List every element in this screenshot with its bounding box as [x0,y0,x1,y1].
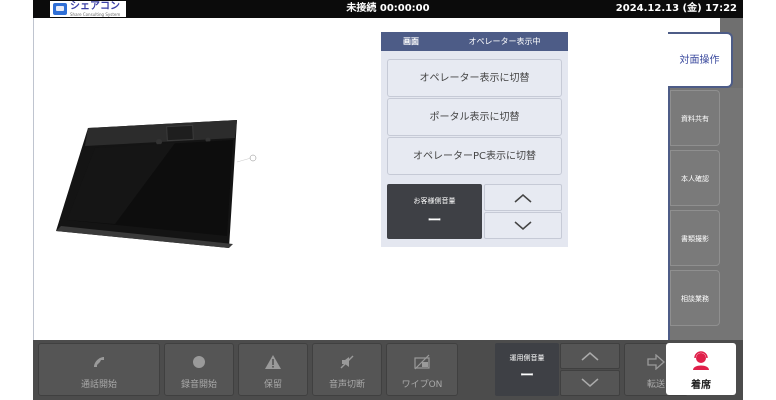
tablet-device-image [56,120,257,248]
operator-volume-down-button[interactable] [560,370,620,396]
mute-button[interactable]: 音声切断 [312,343,382,396]
wipe-button[interactable]: ワイプON [386,343,458,396]
start-call-label: 通話開始 [80,380,117,390]
arrow-right-icon [647,354,665,370]
operator-volume-display: 運用側音量 ー [495,343,559,396]
chevron-down-icon [514,220,532,230]
mute-icon [340,355,354,369]
start-recording-button[interactable]: 録音開始 [164,343,234,396]
panel-header-status: オペレーター表示中 [468,37,541,46]
customer-volume-value: ー [427,213,442,229]
hold-label: 保留 [263,380,282,390]
operator-headset-icon [693,351,709,370]
operator-volume-value: ー [520,368,534,384]
chevron-up-icon [581,352,599,361]
chevron-up-icon [514,193,532,203]
chevron-down-icon [581,378,599,387]
seat-label: 着席 [691,380,711,391]
start-recording-label: 録音開始 [180,380,217,390]
tab-face-to-face[interactable]: 対面操作 [668,32,733,88]
switch-operator-button[interactable]: オペレーター表示に切替 [387,59,562,97]
panel-header: 画面 オペレーター表示中 [381,32,568,51]
status-bar: シェアコン Share Consulting System 未接続 00:00:… [33,0,743,18]
start-call-button[interactable]: 通話開始 [38,343,160,396]
warning-icon [265,355,281,369]
panel-header-title: 画面 [403,37,419,46]
seat-button[interactable]: 着席 [666,343,736,395]
customer-volume-display: お客様側音量 ー [387,184,482,239]
datetime: 2024.12.13 (金) 17:22 [615,3,737,14]
switch-operator-pc-button[interactable]: オペレーターPC表示に切替 [387,137,562,175]
tab-document-share[interactable]: 資料共有 [670,90,720,146]
switch-portal-button[interactable]: ポータル表示に切替 [387,98,562,136]
wipe-label: ワイプON [401,380,443,390]
customer-volume-up-button[interactable] [484,184,562,211]
customer-volume-label: お客様側音量 [413,197,456,205]
tab-consultation[interactable]: 相談業務 [670,270,720,326]
display-panel: 画面 オペレーター表示中 オペレーター表示に切替 ポータル表示に切替 オペレータ… [381,32,568,247]
record-dot-icon [193,356,205,368]
bottom-toolbar: 通話開始 録音開始 保留 音声切断 ワイプON 運用側音量 ー 転送 [33,340,743,400]
tab-identity-check[interactable]: 本人確認 [670,150,720,206]
wipe-icon [414,354,430,370]
phone-icon [94,357,104,367]
hold-button[interactable]: 保留 [238,343,308,396]
operator-volume-up-button[interactable] [560,343,620,369]
tab-document-capture[interactable]: 書類撮影 [670,210,720,266]
operator-volume-label: 運用側音量 [509,354,545,362]
app-window: シェアコン Share Consulting System 未接続 00:00:… [0,0,776,400]
mute-label: 音声切断 [328,380,365,390]
customer-volume-down-button[interactable] [484,212,562,239]
